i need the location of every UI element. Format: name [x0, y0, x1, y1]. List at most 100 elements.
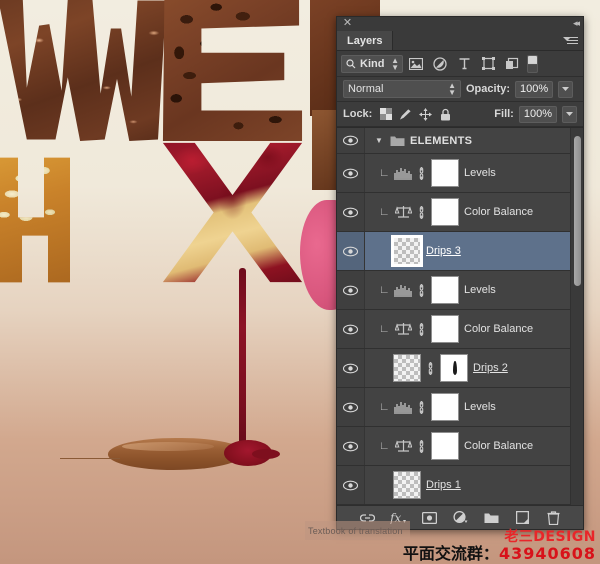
link-icon[interactable] [417, 166, 426, 180]
layer-visibility-toggle[interactable] [337, 128, 365, 153]
lock-all-icon[interactable] [439, 108, 452, 121]
link-icon[interactable] [417, 283, 426, 297]
visibility-icon[interactable] [343, 441, 358, 452]
link-icon[interactable] [417, 400, 426, 414]
layer-mask-thumbnail[interactable] [431, 159, 459, 187]
panel-titlebar: ✕ ◂◂ [337, 17, 583, 31]
layer-thumbnail[interactable] [393, 471, 421, 499]
visibility-icon[interactable] [343, 285, 358, 296]
layer-mask-thumbnail[interactable] [431, 198, 459, 226]
layers-panel[interactable]: ✕ ◂◂ Layers Kind ▲ ▼ Normal ▲ ▼ Opacity:… [336, 16, 584, 530]
search-icon [346, 58, 356, 68]
fill-dropdown-icon[interactable] [562, 105, 577, 123]
filter-shape-layers[interactable] [477, 54, 499, 74]
visibility-icon[interactable] [343, 246, 358, 257]
layer-visibility-toggle[interactable] [337, 193, 365, 231]
collapse-panel-icon[interactable]: ◂◂ [573, 18, 580, 29]
visibility-icon[interactable] [343, 135, 358, 146]
new-group-button[interactable] [483, 510, 499, 526]
link-icon[interactable] [417, 205, 426, 219]
new-layer-button[interactable] [514, 510, 530, 526]
layer-visibility-toggle[interactable] [337, 310, 365, 348]
chocolate-puddle-highlight [122, 442, 214, 451]
lock-transparency-icon[interactable] [379, 108, 392, 121]
layer-visibility-toggle[interactable] [337, 388, 365, 426]
link-icon[interactable] [417, 322, 426, 336]
levels-histogram-icon [394, 167, 412, 180]
layer-content: ∟ Color Balance [365, 315, 583, 343]
watermark: 老三DESIGN 平面交流群：43940608 [403, 530, 596, 562]
visibility-icon[interactable] [343, 207, 358, 218]
berry-drip-stream [239, 268, 246, 463]
layer-row-drips-1[interactable]: Drips 1 [337, 466, 583, 505]
layer-row-color-balance[interactable]: ∟ Color Balance [337, 427, 583, 466]
layer-thumbnail[interactable] [391, 235, 423, 267]
layer-visibility-toggle[interactable] [337, 232, 365, 270]
filter-pixel-layers[interactable] [405, 54, 427, 74]
layer-visibility-toggle[interactable] [337, 154, 365, 192]
watermark-group-label: 平面交流群： [402, 544, 499, 563]
delete-layer-button[interactable] [545, 510, 561, 526]
chevron-down-icon[interactable]: ▼ [375, 136, 385, 145]
blend-mode-dropdown[interactable]: Normal ▲ ▼ [343, 80, 461, 98]
visibility-icon[interactable] [343, 480, 358, 491]
stepper-arrows-icon[interactable]: ▲ ▼ [391, 56, 399, 71]
layer-row-drips-3[interactable]: Drips 3 [337, 232, 583, 271]
layer-visibility-toggle[interactable] [337, 271, 365, 309]
layer-mask-thumbnail[interactable] [431, 432, 459, 460]
layer-visibility-toggle[interactable] [337, 466, 365, 504]
layer-row-levels[interactable]: ∟ Levels [337, 271, 583, 310]
layer-mask-thumbnail[interactable] [431, 276, 459, 304]
layers-scrollbar[interactable] [570, 128, 583, 505]
layer-mask-thumbnail[interactable] [440, 354, 468, 382]
filter-type-layers[interactable] [453, 54, 475, 74]
blend-mode-value: Normal [348, 83, 384, 95]
layer-visibility-toggle[interactable] [337, 349, 365, 387]
granola-letter-n [0, 157, 70, 283]
layer-row-drips-2[interactable]: Drips 2 [337, 349, 583, 388]
layer-name: Color Balance [464, 440, 534, 452]
layer-mask-thumbnail[interactable] [431, 393, 459, 421]
layer-row-color-balance[interactable]: ∟ Color Balance [337, 193, 583, 232]
layer-name: Color Balance [464, 323, 534, 335]
clipping-mask-arrow-icon: ∟ [379, 206, 390, 218]
filter-smart-objects[interactable] [501, 54, 523, 74]
visibility-icon[interactable] [343, 402, 358, 413]
layer-content: ∟ Color Balance [365, 432, 583, 460]
blend-stepper-icon: ▲ ▼ [448, 81, 456, 97]
filter-enable-toggle[interactable] [527, 54, 538, 73]
filter-kind-dropdown[interactable]: Kind ▲ ▼ [341, 54, 403, 73]
visibility-icon[interactable] [343, 168, 358, 179]
tab-layers[interactable]: Layers [337, 31, 394, 50]
layers-list[interactable]: ▼ ELEMENTS ∟ Levels ∟ Color Balance Drips 3 ∟ Le… [337, 127, 583, 505]
layer-row-levels[interactable]: ∟ Levels [337, 388, 583, 427]
layer-mask-thumbnail[interactable] [431, 315, 459, 343]
close-icon[interactable]: ✕ [342, 18, 353, 29]
opacity-dropdown-icon[interactable] [558, 80, 574, 98]
layer-visibility-toggle[interactable] [337, 427, 365, 465]
color-balance-scales-icon [394, 323, 412, 335]
link-icon[interactable] [417, 439, 426, 453]
fill-input[interactable]: 100% [518, 105, 557, 123]
panel-menu-icon[interactable] [563, 35, 578, 47]
lock-image-icon[interactable] [399, 108, 412, 121]
opacity-input[interactable]: 100% [515, 80, 554, 98]
layer-row-levels[interactable]: ∟ Levels [337, 154, 583, 193]
levels-histogram-icon [394, 284, 412, 297]
layer-row-color-balance[interactable]: ∟ Color Balance [337, 310, 583, 349]
link-icon[interactable] [426, 361, 435, 375]
tab-layers-label: Layers [347, 34, 383, 47]
layers-scrollbar-thumb[interactable] [574, 136, 581, 286]
watermark-group-number: 43940608 [498, 544, 596, 563]
chocolate-thread [60, 458, 120, 459]
visibility-icon[interactable] [343, 363, 358, 374]
lock-position-icon[interactable] [419, 107, 433, 121]
layer-content: Drips 2 [365, 354, 583, 382]
visibility-icon[interactable] [343, 324, 358, 335]
filter-adjustment-layers[interactable] [429, 54, 451, 74]
layer-row-elements[interactable]: ▼ ELEMENTS [337, 128, 583, 154]
translation-tag-label: Textbook of translation [308, 525, 403, 536]
add-layer-mask-button[interactable] [421, 510, 437, 526]
new-adjustment-layer-button[interactable] [452, 510, 468, 526]
layer-thumbnail[interactable] [393, 354, 421, 382]
